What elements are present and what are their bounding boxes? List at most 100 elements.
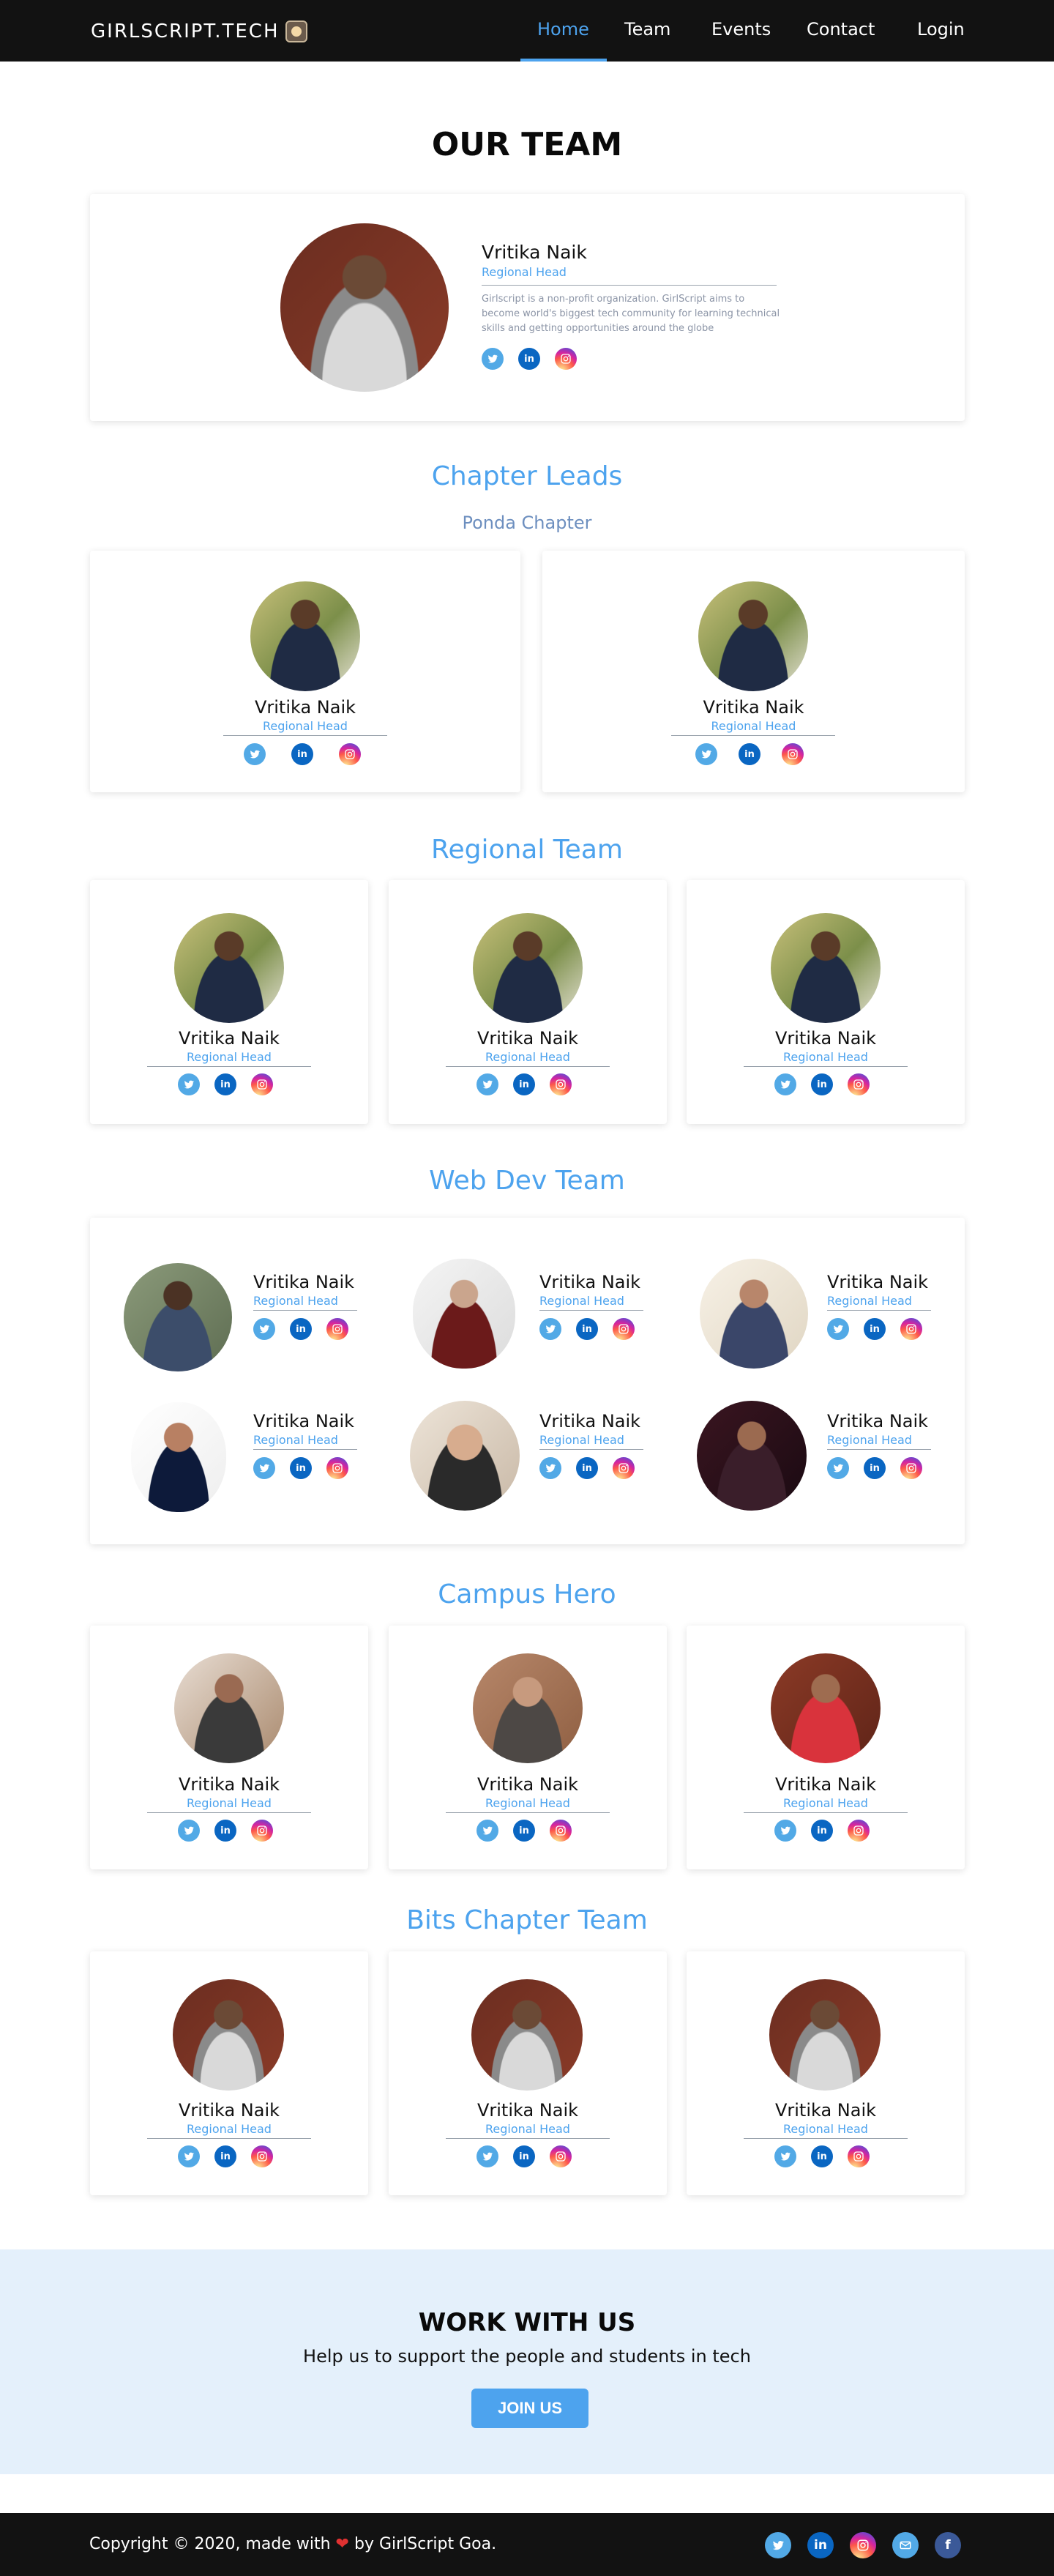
linkedin-icon[interactable]: in (214, 2145, 236, 2167)
linkedin-icon[interactable]: in (864, 1318, 886, 1340)
linkedin-icon[interactable]: in (290, 1457, 312, 1479)
twitter-icon[interactable] (476, 1820, 498, 1842)
section-title-bits-chapter-team: Bits Chapter Team (406, 1905, 648, 1935)
brand-logo-link[interactable]: GIRLSCRIPT.TECH (91, 21, 307, 42)
twitter-icon[interactable] (253, 1318, 275, 1340)
member-role: Regional Head (783, 2122, 868, 2136)
member-name: Vritika Naik (253, 1411, 355, 1432)
twitter-icon[interactable] (476, 1073, 498, 1095)
instagram-icon[interactable] (782, 743, 804, 765)
section-title-web-dev-team: Web Dev Team (429, 1166, 625, 1196)
member-name: Vritika Naik (703, 697, 804, 718)
linkedin-icon[interactable]: in (214, 1820, 236, 1842)
instagram-icon[interactable] (550, 1820, 572, 1842)
instagram-icon[interactable] (550, 2145, 572, 2167)
member-card: Vritika Naik Regional Head in (90, 1951, 368, 2195)
work-with-us-subtitle: Help us to support the people and studen… (303, 2346, 751, 2367)
member-role: Regional Head (485, 1050, 570, 1064)
linkedin-icon[interactable]: in (576, 1457, 598, 1479)
member-photo (473, 1653, 583, 1763)
member-role: Regional Head (783, 1796, 868, 1810)
linkedin-icon[interactable]: in (513, 2145, 535, 2167)
divider (744, 1066, 908, 1067)
member-card: Vritika Naik Regional Head in (687, 1951, 965, 2195)
twitter-icon[interactable] (539, 1457, 561, 1479)
work-with-us-title: WORK WITH US (418, 2308, 636, 2337)
instagram-icon[interactable] (613, 1318, 635, 1340)
member-photo (413, 1259, 515, 1369)
twitter-icon[interactable] (827, 1318, 849, 1340)
divider (446, 1812, 610, 1813)
instagram-icon[interactable] (326, 1457, 348, 1479)
divider (147, 1066, 311, 1067)
twitter-icon[interactable] (178, 2145, 200, 2167)
twitter-icon[interactable] (482, 348, 504, 370)
member-photo (771, 1653, 881, 1763)
linkedin-icon[interactable]: in (291, 743, 313, 765)
nav-login[interactable]: Login (917, 19, 965, 40)
mail-icon[interactable] (892, 2532, 919, 2558)
instagram-icon[interactable] (848, 1073, 870, 1095)
instagram-icon[interactable] (613, 1457, 635, 1479)
member-name: Vritika Naik (178, 1028, 280, 1049)
linkedin-icon[interactable]: in (807, 2532, 834, 2558)
twitter-icon[interactable] (774, 1820, 796, 1842)
instagram-icon[interactable] (550, 1073, 572, 1095)
twitter-icon[interactable] (695, 743, 717, 765)
instagram-icon[interactable] (339, 743, 361, 765)
linkedin-icon[interactable]: in (513, 1820, 535, 1842)
instagram-icon[interactable] (251, 2145, 273, 2167)
twitter-icon[interactable] (539, 1318, 561, 1340)
twitter-icon[interactable] (774, 2145, 796, 2167)
section-title-regional-team: Regional Team (431, 835, 623, 865)
twitter-icon[interactable] (476, 2145, 498, 2167)
linkedin-icon[interactable]: in (290, 1318, 312, 1340)
instagram-icon[interactable] (848, 2145, 870, 2167)
member-photo (471, 1979, 583, 2091)
divider (147, 2138, 311, 2139)
nav-team[interactable]: Team (624, 19, 670, 40)
member-name: Vritika Naik (774, 1028, 877, 1049)
linkedin-icon[interactable]: in (576, 1318, 598, 1340)
linkedin-icon[interactable]: in (214, 1073, 236, 1095)
linkedin-icon[interactable]: in (739, 743, 760, 765)
instagram-icon[interactable] (555, 348, 577, 370)
twitter-icon[interactable] (178, 1820, 200, 1842)
instagram-icon[interactable] (251, 1820, 273, 1842)
instagram-icon[interactable] (900, 1318, 922, 1340)
twitter-icon[interactable] (178, 1073, 200, 1095)
twitter-icon[interactable] (827, 1457, 849, 1479)
linkedin-icon[interactable]: in (811, 2145, 833, 2167)
linkedin-icon[interactable]: in (513, 1073, 535, 1095)
instagram-icon[interactable] (848, 1820, 870, 1842)
copyright-suffix: by GirlScript Goa. (354, 2535, 497, 2553)
instagram-icon[interactable] (850, 2532, 876, 2558)
instagram-icon[interactable] (900, 1457, 922, 1479)
member-name: Vritika Naik (178, 1774, 280, 1795)
nav-active-indicator (520, 59, 607, 62)
facebook-icon[interactable]: f (935, 2532, 961, 2558)
member-name: Vritika Naik (482, 242, 587, 263)
nav-home[interactable]: Home (537, 19, 589, 40)
twitter-icon[interactable] (253, 1457, 275, 1479)
copyright-prefix: Copyright © 2020, made with (89, 2535, 331, 2553)
instagram-icon[interactable] (251, 1073, 273, 1095)
linkedin-icon[interactable]: in (811, 1073, 833, 1095)
linkedin-icon[interactable]: in (811, 1820, 833, 1842)
divider (744, 2138, 908, 2139)
divider (744, 1812, 908, 1813)
linkedin-icon[interactable]: in (518, 348, 540, 370)
member-name: Vritika Naik (774, 1774, 877, 1795)
nav-events[interactable]: Events (711, 19, 771, 40)
twitter-icon[interactable] (765, 2532, 791, 2558)
member-photo (771, 913, 881, 1023)
nav-contact[interactable]: Contact (807, 19, 875, 40)
member-card: Vritika Naik Regional Head in (90, 880, 368, 1124)
twitter-icon[interactable] (244, 743, 266, 765)
instagram-icon[interactable] (326, 1318, 348, 1340)
twitter-icon[interactable] (774, 1073, 796, 1095)
linkedin-icon[interactable]: in (864, 1457, 886, 1479)
member-role: Regional Head (539, 1294, 624, 1308)
join-us-button[interactable]: JOIN US (471, 2389, 588, 2428)
member-name: Vritika Naik (476, 2100, 579, 2121)
